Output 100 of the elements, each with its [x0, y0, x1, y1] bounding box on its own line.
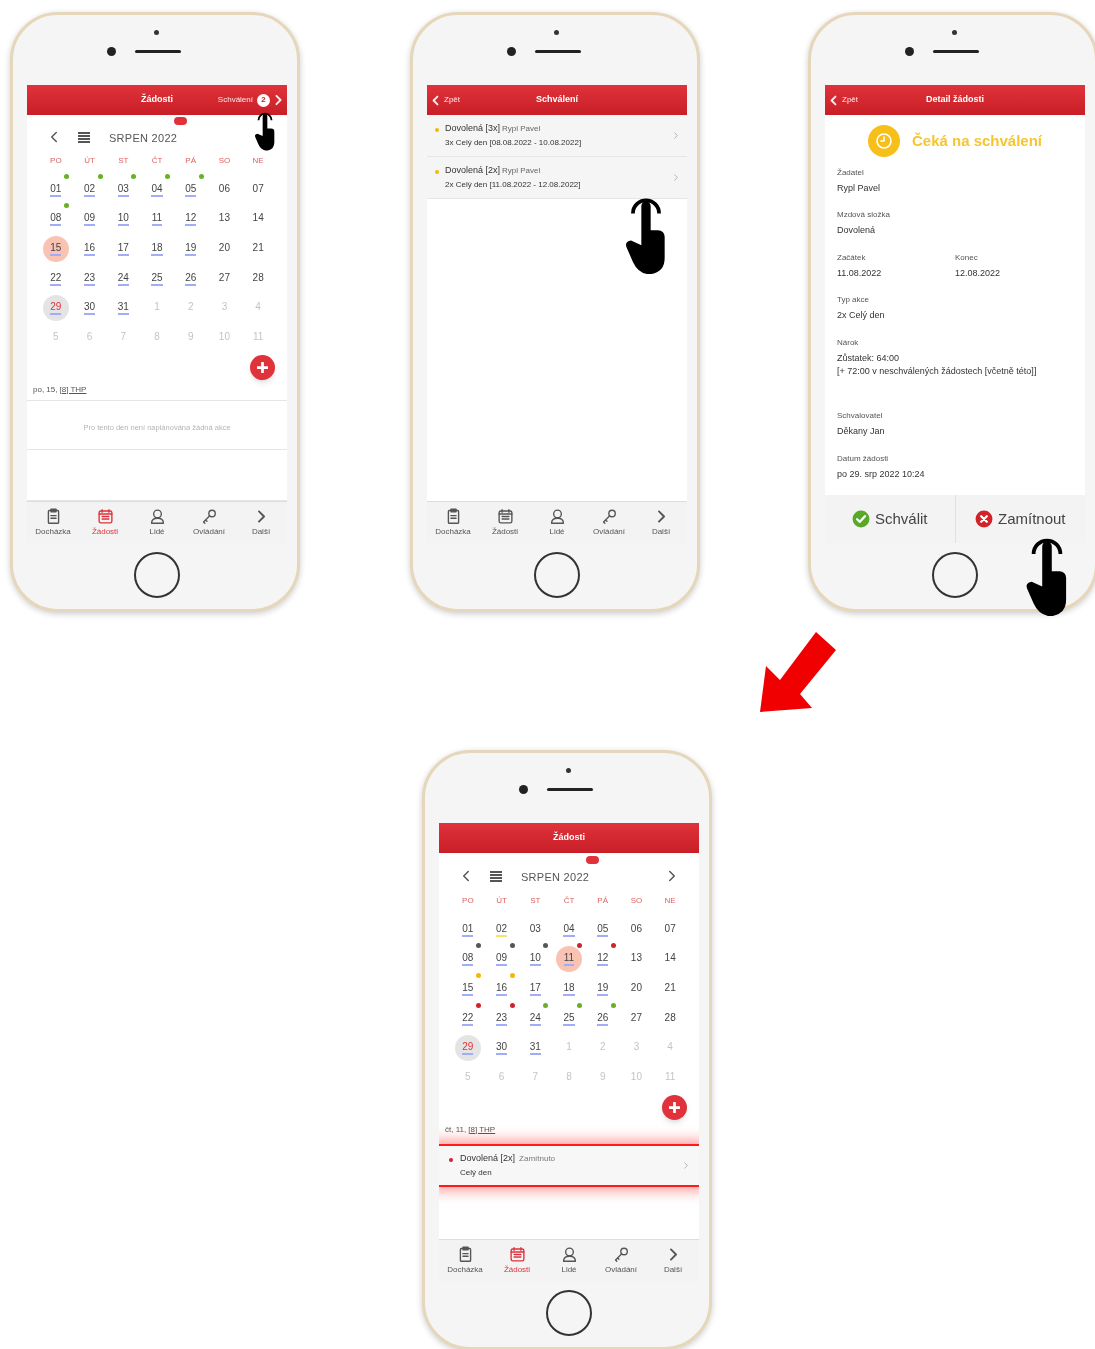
back-button[interactable]: Zpět: [829, 94, 858, 106]
day-button[interactable]: 19: [589, 976, 616, 1002]
day-button[interactable]: 27: [211, 265, 238, 292]
day-button[interactable]: 01: [42, 176, 69, 203]
day-button[interactable]: 31: [522, 1035, 549, 1062]
reject-button[interactable]: Zamítnout: [955, 495, 1085, 543]
day-button[interactable]: 18: [144, 236, 170, 262]
day-button[interactable]: 28: [657, 1005, 684, 1032]
tab[interactable]: Ovládání: [183, 502, 235, 543]
day-button[interactable]: 10: [110, 206, 137, 233]
day-button[interactable]: 02: [76, 176, 103, 203]
day-button[interactable]: 15: [42, 236, 69, 262]
tab[interactable]: Žádosti: [479, 502, 531, 543]
day-button[interactable]: 16: [76, 236, 103, 262]
tab[interactable]: Další: [647, 1240, 699, 1281]
day-button[interactable]: 24: [522, 1005, 549, 1032]
day-button[interactable]: 29: [454, 1035, 481, 1062]
previous-month-button[interactable]: [461, 869, 471, 883]
day-button[interactable]: 12: [177, 206, 204, 233]
back-button[interactable]: Zpět: [431, 94, 460, 106]
day-button[interactable]: 15: [454, 976, 481, 1002]
next-month-button[interactable]: [667, 869, 677, 883]
day-button[interactable]: 31: [110, 295, 137, 322]
day-button[interactable]: 03: [110, 176, 137, 203]
day-button[interactable]: 20: [623, 976, 650, 1002]
day-button[interactable]: 05: [177, 176, 204, 203]
day-button[interactable]: 24: [110, 265, 137, 292]
request-item[interactable]: Dovolená [2x] Rypl Pavel 2x Celý den [11.08.2022 - 12.08.2022]: [427, 157, 687, 199]
day-button[interactable]: 25: [144, 265, 170, 292]
tab[interactable]: Lidé: [131, 502, 183, 543]
day-button[interactable]: 22: [454, 1005, 481, 1032]
day-button[interactable]: 26: [177, 265, 204, 292]
add-button[interactable]: [662, 1094, 687, 1120]
person-icon: [148, 507, 166, 525]
request-item[interactable]: Dovolená [3x] Rypl Pavel 3x Celý den [08.08.2022 - 10.08.2022]: [427, 115, 687, 157]
tab[interactable]: Lidé: [531, 502, 583, 543]
day-button[interactable]: 27: [623, 1005, 650, 1032]
list-view-button[interactable]: [489, 870, 503, 882]
day-button[interactable]: 10: [522, 946, 549, 973]
event-item[interactable]: Dovolená [2x] Zamítnuto Celý den: [439, 1143, 699, 1188]
day-button[interactable]: 07: [245, 176, 272, 203]
list-view-button[interactable]: [77, 131, 91, 143]
day-button[interactable]: 26: [589, 1005, 616, 1032]
day-button[interactable]: 17: [110, 236, 137, 262]
day-button[interactable]: 06: [623, 916, 650, 943]
day-button[interactable]: 20: [211, 236, 238, 262]
tab[interactable]: Další: [235, 502, 287, 543]
day-button[interactable]: 14: [657, 946, 684, 973]
day-button[interactable]: 11: [556, 946, 582, 973]
tab[interactable]: Ovládání: [583, 502, 635, 543]
day-button[interactable]: 04: [144, 176, 170, 203]
day-button[interactable]: 22: [42, 265, 69, 292]
day-button[interactable]: 11: [144, 206, 170, 233]
day-button[interactable]: 17: [522, 976, 549, 1002]
day-button[interactable]: 21: [245, 236, 272, 262]
day-button[interactable]: 02: [488, 916, 515, 943]
day-button[interactable]: 23: [488, 1005, 515, 1032]
shift-link[interactable]: [8] THP: [468, 1123, 496, 1136]
day-button[interactable]: 19: [177, 236, 204, 262]
day-button[interactable]: 12: [589, 946, 616, 973]
tab[interactable]: Další: [635, 502, 687, 543]
day-button[interactable]: 09: [488, 946, 515, 973]
day-button[interactable]: 14: [245, 206, 272, 233]
shift-link[interactable]: [8] THP: [59, 383, 87, 396]
home-button[interactable]: [546, 1290, 592, 1336]
tab[interactable]: Docházka: [427, 502, 479, 543]
day-button[interactable]: 30: [76, 295, 103, 322]
home-button[interactable]: [932, 552, 978, 598]
day-button[interactable]: 29: [42, 295, 69, 322]
day-button[interactable]: 30: [488, 1035, 515, 1062]
day-button[interactable]: 13: [623, 946, 650, 973]
notification-badge: [586, 856, 600, 864]
day-button[interactable]: 16: [488, 976, 515, 1002]
day-button[interactable]: 05: [589, 916, 616, 943]
add-button[interactable]: [250, 354, 275, 380]
day-button[interactable]: 01: [454, 916, 481, 943]
tab[interactable]: Docházka: [27, 502, 79, 543]
tab[interactable]: Žádosti: [79, 502, 131, 543]
day-button[interactable]: 08: [454, 946, 481, 973]
day-button[interactable]: 25: [556, 1005, 582, 1032]
day-button[interactable]: 23: [76, 265, 103, 292]
previous-month-button[interactable]: [49, 130, 59, 144]
day-button[interactable]: 03: [522, 916, 549, 943]
tab[interactable]: Žádosti: [491, 1240, 543, 1281]
approvals-link[interactable]: Schválení 2: [217, 93, 283, 107]
tab[interactable]: Ovládání: [595, 1240, 647, 1281]
day-button[interactable]: 06: [211, 176, 238, 203]
day-button[interactable]: 28: [245, 265, 272, 292]
day-button[interactable]: 13: [211, 206, 238, 233]
home-button[interactable]: [534, 552, 580, 598]
day-button[interactable]: 18: [556, 976, 582, 1002]
day-button[interactable]: 04: [556, 916, 582, 943]
day-button[interactable]: 21: [657, 976, 684, 1002]
tab[interactable]: Lidé: [543, 1240, 595, 1281]
approve-button[interactable]: Schválit: [825, 495, 955, 543]
tab[interactable]: Docházka: [439, 1240, 491, 1281]
home-button[interactable]: [134, 552, 180, 598]
day-button[interactable]: 09: [76, 206, 103, 233]
day-button[interactable]: 08: [42, 206, 69, 233]
day-button[interactable]: 07: [657, 916, 684, 943]
